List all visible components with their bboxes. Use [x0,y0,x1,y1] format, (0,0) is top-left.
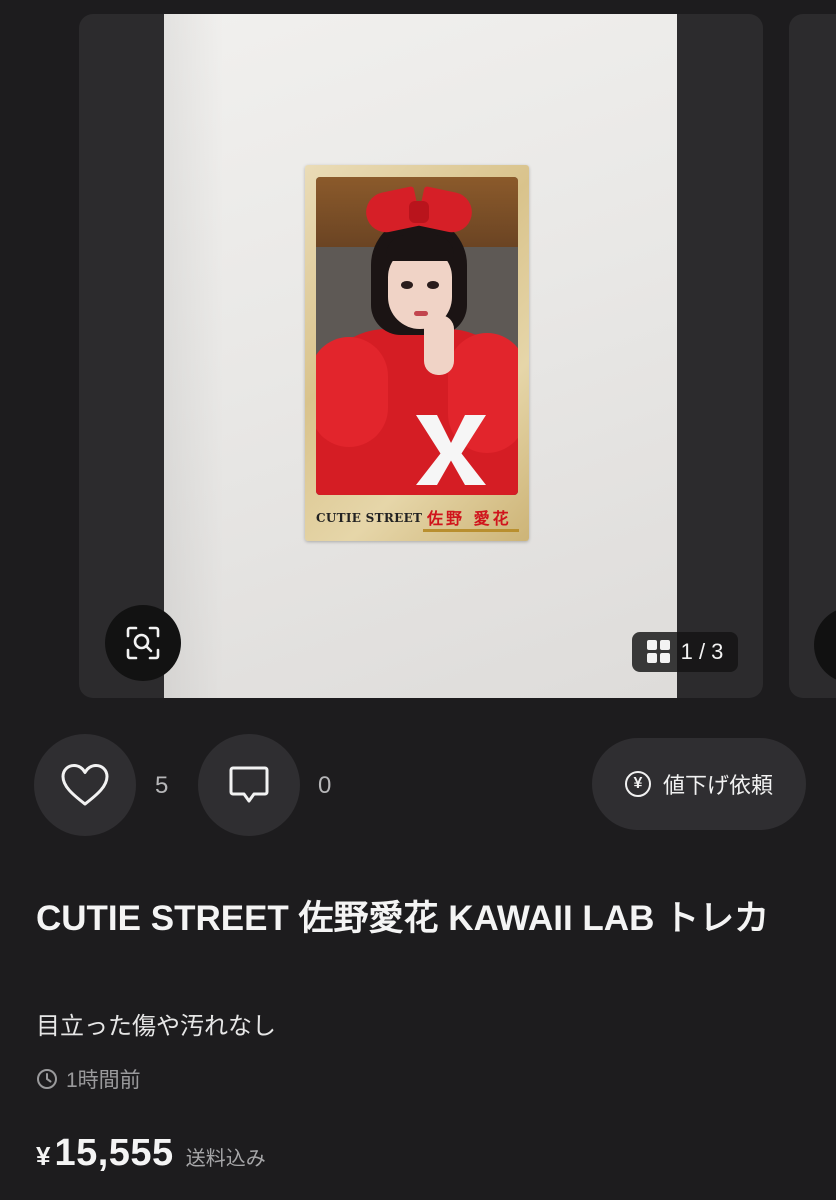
gallery-slide-current[interactable]: CUTIE STREET 佐野 愛花 [79,14,763,698]
card-logo: CUTIE STREET [316,511,423,525]
price-block: ¥ 15,555 送料込み [36,1132,266,1175]
page-indicator-text: 1 / 3 [680,639,724,664]
product-photo[interactable]: CUTIE STREET 佐野 愛花 [164,14,677,698]
price-request-label: 値下げ依頼 [662,773,773,798]
price-currency: ¥ [36,1141,51,1171]
zoom-button[interactable] [105,605,181,681]
grid-icon [646,640,671,664]
trading-card: CUTIE STREET 佐野 愛花 [305,165,529,541]
card-footer: CUTIE STREET 佐野 愛花 [305,495,529,541]
price-request-button[interactable]: ¥ 値下げ依頼 [592,738,806,830]
photo-shadow [164,14,224,698]
item-condition: 目立った傷や汚れなし [36,1013,276,1040]
comment-icon [229,766,269,803]
heart-icon [61,764,109,806]
item-title: CUTIE STREET 佐野愛花 KAWAII LAB トレカ [36,899,770,938]
shipping-note: 送料込み [185,1148,266,1170]
gallery-slide-next[interactable] [789,14,836,698]
next-zoom-button [814,607,836,683]
comment-count: 0 [318,772,332,799]
card-member-name: 佐野 愛花 [427,509,512,528]
card-portrait [316,177,518,495]
comment-button[interactable] [198,734,300,836]
posted-time-text: 1時間前 [66,1069,141,1092]
page-indicator[interactable]: 1 / 3 [632,632,738,672]
posted-time: 1時間前 [36,1064,141,1094]
price-value: 15,555 [54,1132,174,1174]
clock-icon [37,1069,57,1089]
like-count: 5 [155,772,169,799]
like-button[interactable] [34,734,136,836]
zoom-scan-icon [126,626,160,660]
yen-circle-icon: ¥ [624,771,651,797]
image-gallery[interactable]: CUTIE STREET 佐野 愛花 1 / 3 [0,0,836,720]
